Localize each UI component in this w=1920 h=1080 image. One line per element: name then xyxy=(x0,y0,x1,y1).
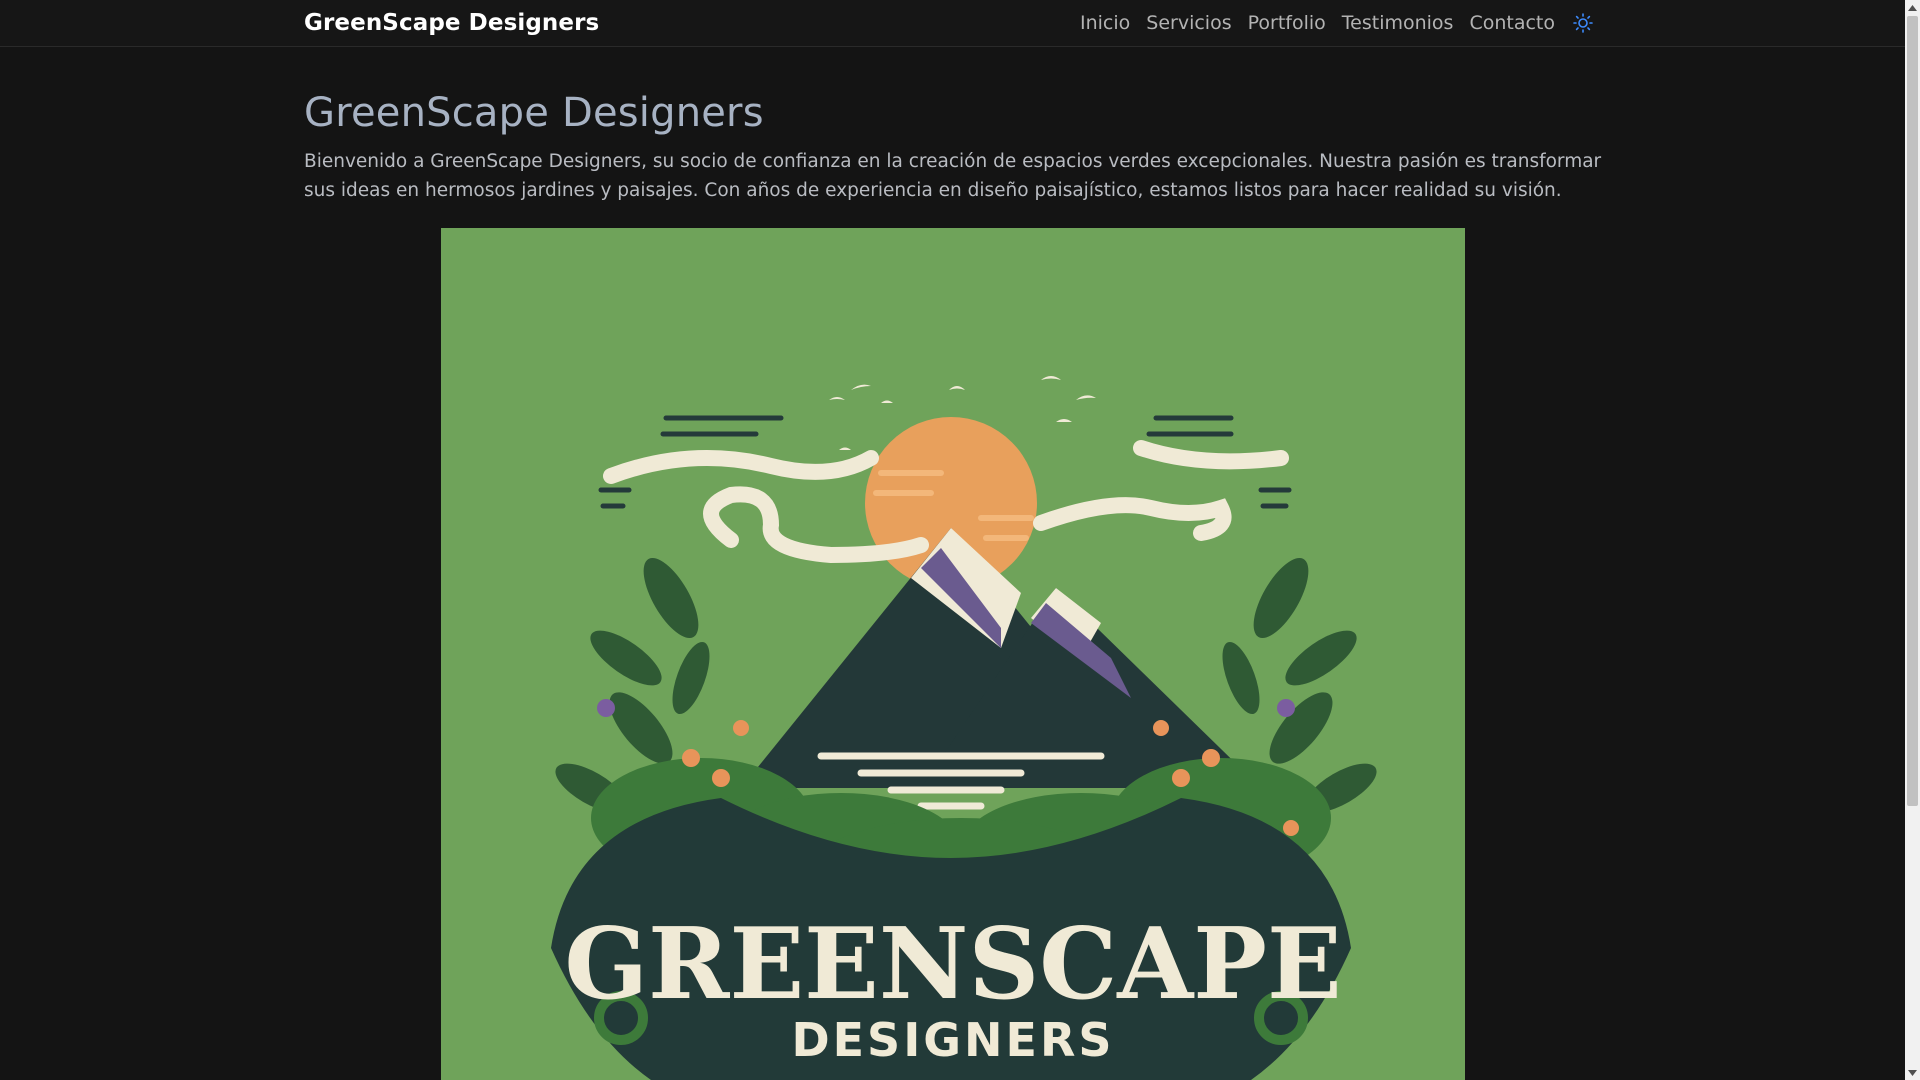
logo-subtitle: DESIGNERS xyxy=(791,1013,1114,1067)
nav-link-inicio[interactable]: Inicio xyxy=(1080,12,1130,34)
navbar-brand[interactable]: GreenScape Designers xyxy=(304,10,599,36)
nav-links: Inicio Servicios Portfolio Testimonios C… xyxy=(1080,12,1593,34)
sun-icon[interactable] xyxy=(1573,13,1593,33)
hero-title: GreenScape Designers xyxy=(304,90,764,136)
navbar: GreenScape Designers Inicio Servicios Po… xyxy=(0,0,1905,47)
scroll-up-arrow-icon[interactable] xyxy=(1905,0,1920,15)
nav-link-servicios[interactable]: Servicios xyxy=(1146,12,1231,34)
nav-link-portfolio[interactable]: Portfolio xyxy=(1248,12,1326,34)
nav-link-testimonios[interactable]: Testimonios xyxy=(1342,12,1454,34)
nav-link-contacto[interactable]: Contacto xyxy=(1469,12,1555,34)
vertical-scrollbar[interactable] xyxy=(1905,0,1920,1080)
hero-logo-image: GREENSCAPE DESIGNERS xyxy=(441,228,1465,1080)
scrollbar-thumb[interactable] xyxy=(1907,16,1918,806)
hero-description: Bienvenido a GreenScape Designers, su so… xyxy=(304,151,1602,201)
logo-wordmark: GREENSCAPE xyxy=(564,907,1341,1022)
scroll-down-arrow-icon[interactable] xyxy=(1905,1065,1920,1080)
